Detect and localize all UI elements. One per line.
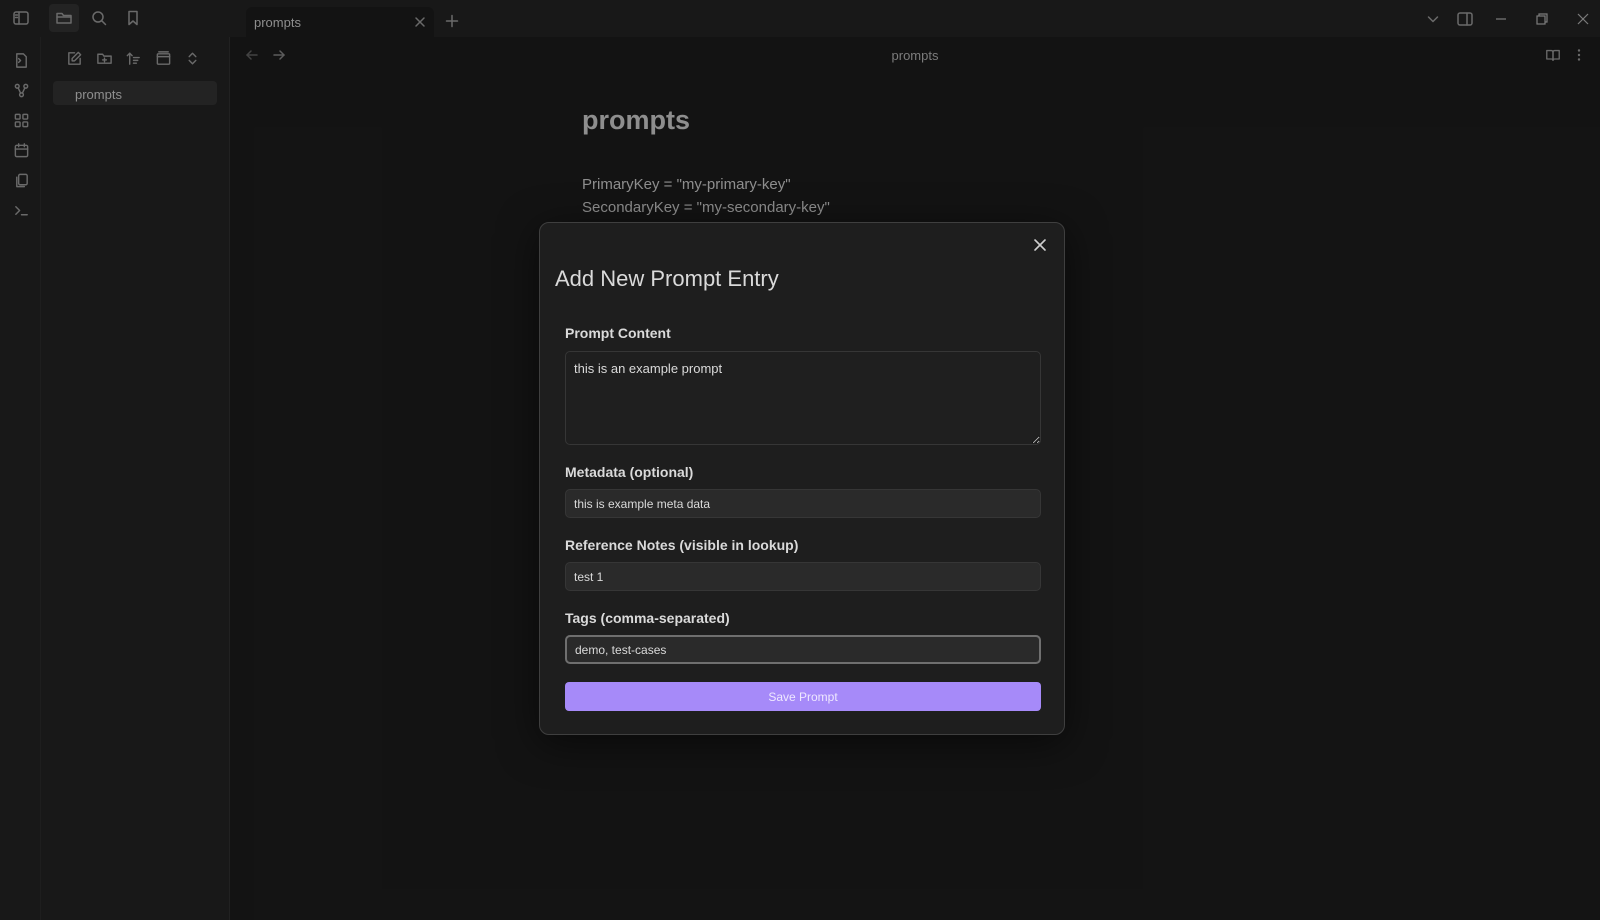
- save-prompt-button[interactable]: Save Prompt: [565, 682, 1041, 711]
- metadata-input[interactable]: [565, 489, 1041, 518]
- reference-notes-label: Reference Notes (visible in lookup): [565, 537, 799, 553]
- add-prompt-modal: Add New Prompt Entry Prompt Content this…: [539, 222, 1065, 735]
- tags-label: Tags (comma-separated): [565, 610, 730, 626]
- reference-notes-input[interactable]: [565, 562, 1041, 591]
- metadata-label: Metadata (optional): [565, 464, 694, 480]
- prompt-content-label: Prompt Content: [565, 325, 671, 341]
- tags-input[interactable]: [565, 635, 1041, 664]
- close-icon[interactable]: [1028, 233, 1052, 257]
- modal-title: Add New Prompt Entry: [555, 266, 779, 291]
- prompt-content-textarea[interactable]: this is an example prompt: [565, 351, 1041, 445]
